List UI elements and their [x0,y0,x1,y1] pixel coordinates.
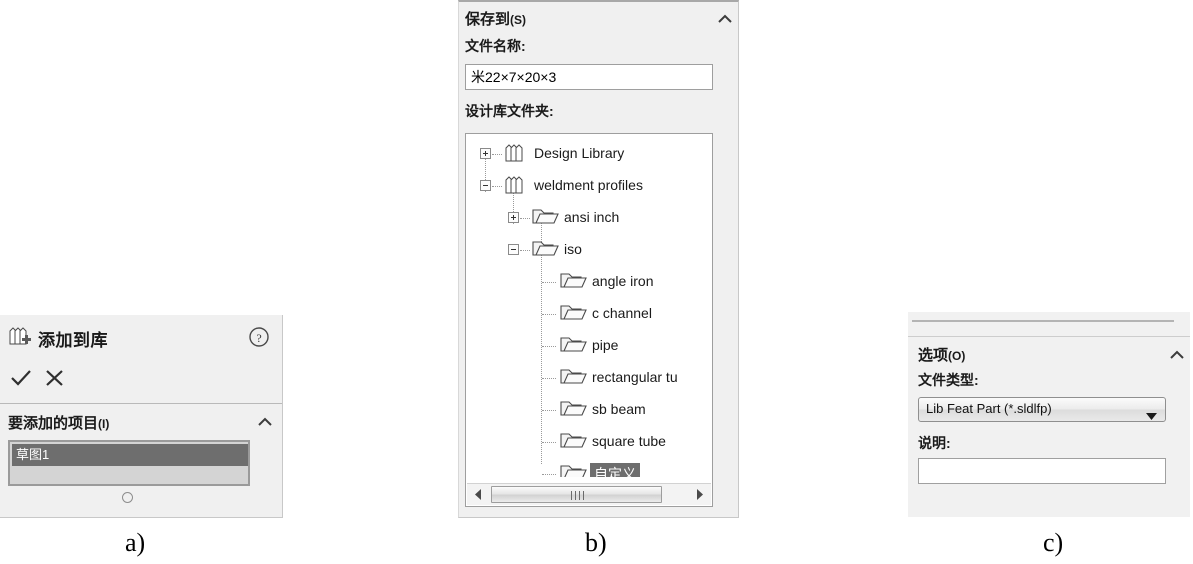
file-type-value: Lib Feat Part (*.sldlfp) [926,401,1052,416]
panel-a-action-row [0,363,282,395]
collapse-minus-icon[interactable] [508,244,519,255]
items-to-add-section-header[interactable]: 要添加的项目(I) [0,410,282,438]
save-to-panel: 保存到(S) 文件名称: 米22×7×20×3 设计库文件夹: Design L… [458,0,739,518]
folder-icon [560,335,588,360]
tree-connector [492,186,502,188]
folder-icon [560,303,588,328]
tree-item-label: pipe [592,337,619,353]
tree-scroll-region: Design Library weldment profiles ansi in… [466,134,712,477]
tree-item-iso[interactable]: iso [466,236,712,268]
tree-connector [542,410,556,412]
options-panel: 选项(O) 文件类型: Lib Feat Part (*.sldlfp) 说明: [908,312,1190,517]
tree-item-angle-iron[interactable]: angle iron [466,268,712,300]
tree-item-label: c channel [592,305,652,321]
tree-item-label: weldment profiles [534,177,643,193]
list-item[interactable]: 草图1 [12,444,248,466]
tree-connector [542,474,556,476]
save-to-section-header[interactable]: 保存到(S) [459,8,738,34]
tree-item-custom[interactable]: 自定义 [466,460,712,477]
figure-caption-c: c) [1043,528,1064,557]
library-books-icon [504,142,528,169]
filename-label: 文件名称: [465,38,526,54]
horizontal-scrollbar[interactable] [467,483,711,505]
tree-item-design-library[interactable]: Design Library [466,140,712,172]
library-books-icon [504,174,528,201]
tree-item-label: angle iron [592,273,654,289]
design-library-folder-label: 设计库文件夹: [465,103,554,119]
tree-connector [492,154,502,156]
tree-item-label: square tube [592,433,666,449]
add-to-library-icon [8,326,32,348]
collapse-minus-icon[interactable] [480,180,491,191]
tree-connector [542,314,556,316]
tree-connector [542,442,556,444]
scrollbar-thumb[interactable] [491,486,662,503]
checkmark-icon[interactable] [8,365,34,391]
tree-item-label: 自定义 [590,463,640,477]
panel-c-top-rule [912,320,1174,322]
tree-connector [520,250,530,252]
folder-icon [560,271,588,296]
tree-connector [520,218,530,220]
scroll-left-arrow-icon[interactable] [469,485,488,504]
save-to-label: 保存到(S) [465,11,527,28]
list-item[interactable] [12,466,248,484]
folder-icon [532,207,560,232]
tree-item-label: Design Library [534,145,625,161]
tree-item-sb-beam[interactable]: sb beam [466,396,712,428]
folder-icon [560,431,588,456]
tree-connector [542,378,556,380]
folder-icon [560,399,588,424]
expand-plus-icon[interactable] [480,148,491,159]
close-x-icon[interactable] [42,365,68,391]
dropdown-arrow-icon[interactable] [1146,407,1157,420]
folder-icon [560,463,588,477]
figure-caption-b: b) [585,528,607,557]
tree-item-label: sb beam [592,401,646,417]
scroll-thumb-grip [570,491,584,500]
chevron-up-icon[interactable] [256,415,274,429]
tree-connector [542,346,556,348]
chevron-up-icon[interactable] [1168,348,1186,362]
chevron-up-icon[interactable] [716,12,734,26]
items-to-add-label: 要添加的项目(I) [8,415,110,432]
panel-a-divider [0,403,282,404]
filename-input[interactable]: 米22×7×20×3 [465,64,713,90]
tree-item-weldment-profiles[interactable]: weldment profiles [466,172,712,204]
expand-plus-icon[interactable] [508,212,519,223]
add-to-library-panel: 添加到库 ? 要添加的项目(I) 草图1 [0,315,283,518]
tree-item-label: ansi inch [564,209,620,225]
tree-connector [542,282,556,284]
svg-text:?: ? [256,331,261,345]
folder-icon [560,367,588,392]
tree-item-c-channel[interactable]: c channel [466,300,712,332]
scroll-right-arrow-icon[interactable] [690,485,709,504]
tree-item-ansi-inch[interactable]: ansi inch [466,204,712,236]
help-icon[interactable]: ? [248,326,270,348]
tree-item-square-tube[interactable]: square tube [466,428,712,460]
tree-item-rectangular-tube[interactable]: rectangular tu [466,364,712,396]
panel-a-title-row: 添加到库 ? [0,315,282,363]
figure-caption-a: a) [125,528,146,557]
tree-item-label: iso [564,241,582,257]
options-label: 选项(O) [918,347,966,364]
design-library-tree[interactable]: Design Library weldment profiles ansi in… [465,133,713,507]
file-type-dropdown[interactable]: Lib Feat Part (*.sldlfp) [918,397,1166,422]
file-type-label: 文件类型: [918,372,979,388]
page-title: 添加到库 [38,331,108,350]
folder-icon [532,239,560,264]
resize-handle-dot[interactable] [122,492,133,503]
tree-item-label: rectangular tu [592,369,678,385]
items-to-add-listbox[interactable]: 草图1 [8,440,250,486]
tree-item-pipe[interactable]: pipe [466,332,712,364]
description-label: 说明: [918,435,951,451]
description-input[interactable] [918,458,1166,484]
